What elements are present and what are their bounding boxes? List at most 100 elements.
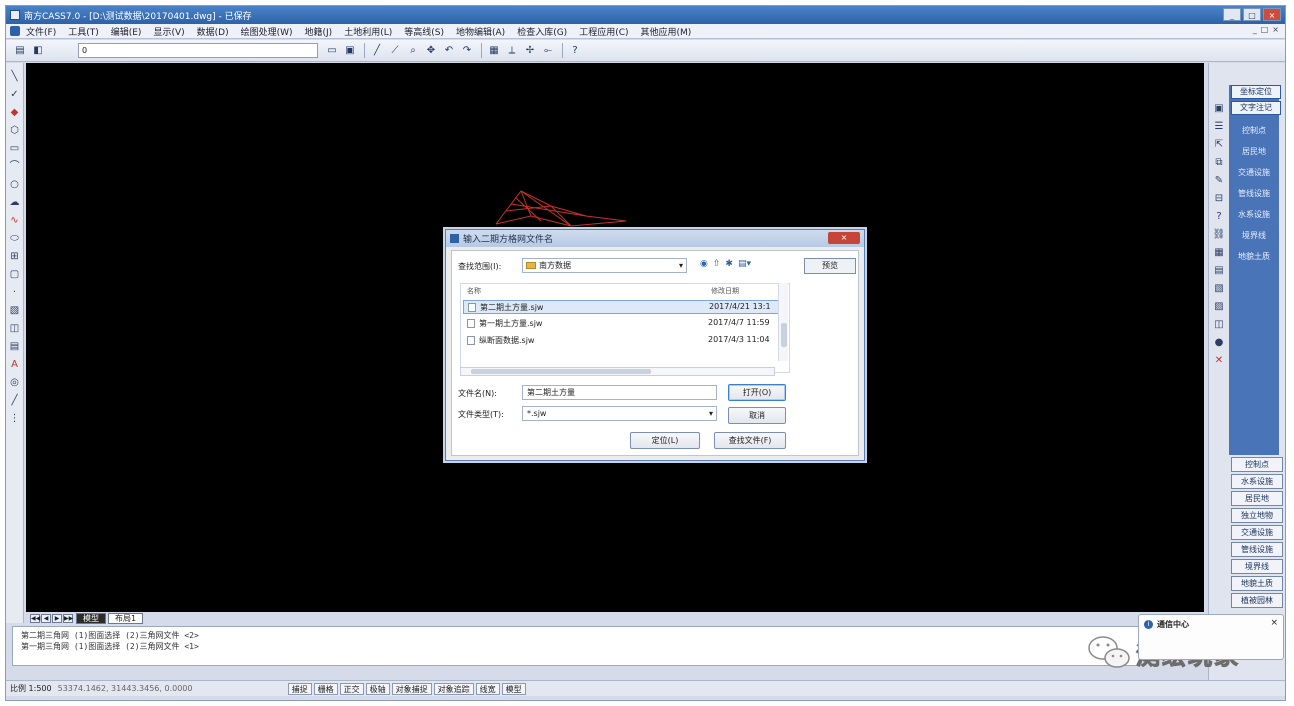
attribute-icon[interactable]: ⊟ [1211,193,1227,209]
file-list-vertical-scrollbar[interactable] [778,283,788,361]
hatch-tool-icon[interactable]: ▧ [8,303,22,318]
menu-data[interactable]: 数据(D) [197,25,229,38]
line-icon[interactable]: ╱ [369,43,385,59]
btn-pipeline[interactable]: 管线设施 [1231,542,1283,557]
construction-line-icon[interactable]: ✓ [8,87,22,102]
file-row[interactable]: 纵断面数据.sjw 2017/4/3 11:04 [463,334,785,348]
menu-tools[interactable]: 工具(T) [68,25,99,38]
layer-manager-icon[interactable]: ▤ [12,43,28,59]
file-row[interactable]: 第二期土方量.sjw 2017/4/21 13:1 [463,300,785,314]
edit-icon[interactable]: ✎ [1211,175,1227,191]
btn-independent[interactable]: 独立地物 [1231,508,1283,523]
view-menu-icon[interactable]: ▤▾ [738,259,751,269]
move-icon[interactable]: ⇱ [1211,139,1227,155]
command-window[interactable]: 第二期三角网 (1)图面选择 (2)三角网文件 <2> 第一期三角网 (1)图面… [12,626,1142,666]
category-pipeline[interactable]: 管线设施 [1229,183,1279,204]
link-icon[interactable]: ⛓ [1211,229,1227,245]
grid-panel-icon[interactable]: ▦ [1211,247,1227,263]
menu-file[interactable]: 文件(F) [26,25,56,38]
block-panel-icon[interactable]: ▤ [1211,265,1227,281]
tab-layout1[interactable]: 布局1 [108,612,144,624]
btn-vegetation[interactable]: 植被园林 [1231,593,1283,608]
menu-view[interactable]: 显示(V) [153,25,184,38]
point-tool-icon[interactable]: · [8,285,22,300]
polyline-icon[interactable]: ⟋ [387,43,403,59]
doc-minimize-button[interactable]: _ [1253,25,1257,34]
rectangle-tool-icon[interactable]: ▭ [8,141,22,156]
layer-state-icon[interactable]: ◧ [30,43,46,59]
column-date-header[interactable]: 修改日期 [711,286,739,296]
close-button[interactable]: × [1263,8,1281,21]
snap-icon[interactable]: ✢ [522,43,538,59]
category-traffic[interactable]: 交通设施 [1229,162,1279,183]
new-folder-icon[interactable]: ✱ [725,259,733,269]
table-tool-icon[interactable]: ▤ [8,339,22,354]
locate-coordinate-button[interactable]: 坐标定位 [1231,85,1281,99]
category-water[interactable]: 水系设施 [1229,204,1279,225]
toggle-snap[interactable]: 捕捉 [287,682,312,695]
text-annotation-button[interactable]: 文字注记 [1231,101,1281,115]
menu-land-use[interactable]: 土地利用(L) [344,25,392,38]
file-row[interactable]: 第一期土方量.sjw 2017/4/7 11:59 [463,317,785,331]
menu-drawing[interactable]: 绘图处理(W) [241,25,293,38]
line-tool-icon[interactable]: ╲ [8,69,22,84]
cloud-tool-icon[interactable]: ☁ [8,195,22,210]
tab-prev-button[interactable]: ◀ [41,613,51,623]
toggle-grid[interactable]: 栅格 [313,682,338,695]
make-block-icon[interactable]: ▢ [8,267,22,282]
filetype-dropdown[interactable]: *.sjw ▾ [522,406,717,421]
maximize-button[interactable]: □ [1243,8,1261,21]
btn-control-point[interactable]: 控制点 [1231,457,1283,472]
insert-block-icon[interactable]: ⊞ [8,249,22,264]
grid-icon[interactable]: ▦ [486,43,502,59]
category-control-point[interactable]: 控制点 [1229,120,1279,141]
menu-cadastre[interactable]: 地籍(J) [305,25,333,38]
toggle-model[interactable]: 模型 [501,682,526,695]
window-icon[interactable]: ◫ [1211,319,1227,335]
back-icon[interactable]: ◉ [700,259,708,269]
toggle-ortho[interactable]: 正交 [339,682,364,695]
column-name-header[interactable]: 名称 [467,286,481,296]
more-tools-icon[interactable]: ⋮ [8,411,22,426]
minimize-button[interactable]: _ [1223,8,1241,21]
dialog-close-button[interactable]: × [828,232,860,244]
save-icon[interactable]: ▣ [342,43,358,59]
preview-button[interactable]: 预览 [804,258,856,274]
toggle-polar[interactable]: 极轴 [365,682,390,695]
cancel-button[interactable]: 取消 [728,407,786,424]
pick-icon[interactable]: ▣ [1211,103,1227,119]
region-tool-icon[interactable]: ◫ [8,321,22,336]
btn-boundary[interactable]: 境界线 [1231,559,1283,574]
arc-tool-icon[interactable]: ⌒ [8,159,22,174]
polyline-tool-icon[interactable]: ◆ [8,105,22,120]
redo-icon[interactable]: ↷ [459,43,475,59]
layer-icon[interactable]: ☰ [1211,121,1227,137]
find-file-button[interactable]: 查找文件(F) [714,432,786,449]
menu-contour[interactable]: 等高线(S) [404,25,444,38]
btn-residence[interactable]: 居民地 [1231,491,1283,506]
btn-water[interactable]: 水系设施 [1231,474,1283,489]
btn-terrain[interactable]: 地貌土质 [1231,576,1283,591]
up-folder-icon[interactable]: ⇧ [713,259,721,269]
help-icon[interactable]: ? [567,43,583,59]
query-icon[interactable]: ? [1211,211,1227,227]
filter-icon[interactable]: ▧ [1211,283,1227,299]
delete-icon[interactable]: ✕ [1211,355,1227,371]
menu-check[interactable]: 检查入库(G) [517,25,567,38]
toggle-otrack[interactable]: 对象追踪 [433,682,474,695]
doc-close-button[interactable]: × [1272,25,1279,34]
dimension-icon[interactable]: ⟜ [540,43,556,59]
undo-icon[interactable]: ↶ [441,43,457,59]
category-terrain[interactable]: 地貌土质 [1229,246,1279,267]
tab-next-button[interactable]: ▶ [52,613,62,623]
measure-icon[interactable]: ⟂ [504,43,520,59]
layer-dropdown[interactable]: 0 [78,43,318,58]
slash-tool-icon[interactable]: ╱ [8,393,22,408]
info-icon[interactable]: ● [1211,337,1227,353]
file-list-horizontal-scrollbar[interactable] [460,367,775,376]
zoom-icon[interactable]: ⌕ [405,43,421,59]
menu-other[interactable]: 其他应用(M) [641,25,692,38]
spline-tool-icon[interactable]: ∿ [8,213,22,228]
tab-model[interactable]: 模型 [76,612,106,624]
tab-first-button[interactable]: ◀◀ [30,613,40,623]
